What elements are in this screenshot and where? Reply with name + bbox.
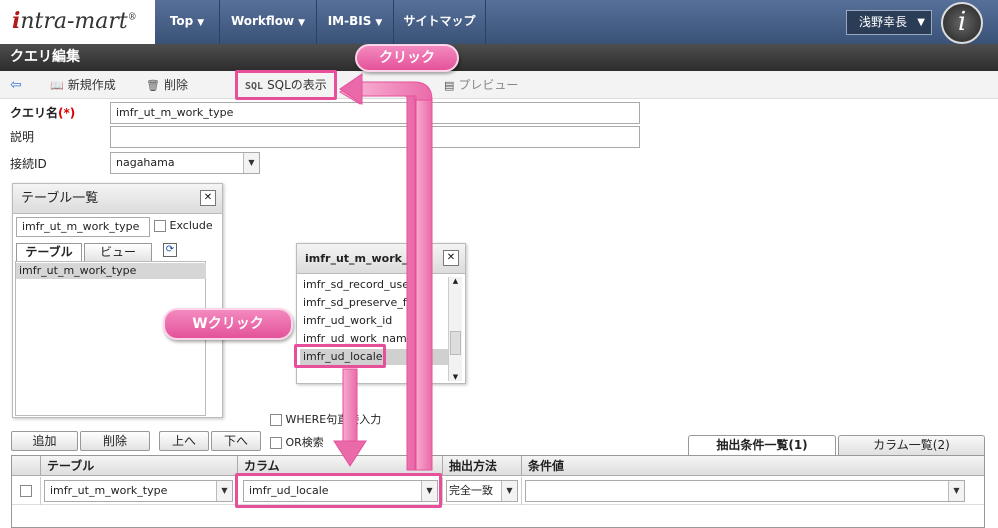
- arrow-top-bend: [361, 81, 433, 101]
- annotation-arrows: [333, 73, 433, 471]
- wclick-callout: Wクリック: [163, 308, 293, 340]
- click-callout: クリック: [355, 44, 459, 72]
- arrow-head-left: [339, 73, 363, 105]
- arrow-head-down: [333, 440, 367, 467]
- arrow-shaft-down: [342, 368, 358, 442]
- arrow-shaft-up: [415, 99, 433, 471]
